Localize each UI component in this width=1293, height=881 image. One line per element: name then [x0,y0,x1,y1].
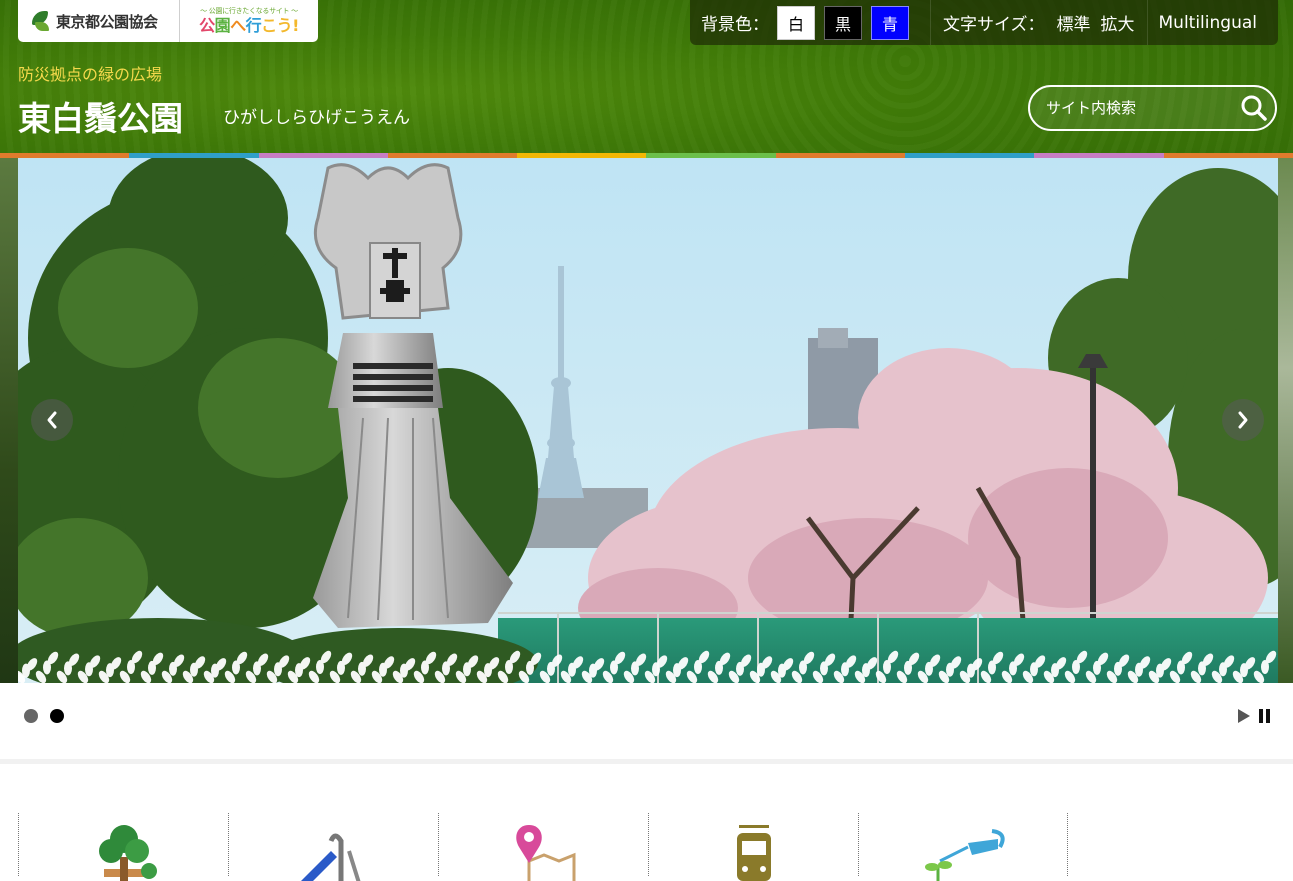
site-header: 東京都公園協会 〜 公園に行きたくなるサイト 〜 公園へ行こう! 背景色： 白 … [0,0,1293,153]
chevron-left-icon [47,411,57,429]
accessibility-toolbar: 背景色： 白 黒 青 文字サイズ： 標準 拡大 Multilingual [690,0,1278,45]
category-item-map[interactable] [438,813,648,881]
slider-controls [0,683,1293,759]
search-input[interactable] [1030,87,1240,129]
site-logo[interactable]: 東京都公園協会 〜 公園に行きたくなるサイト 〜 公園へ行こう! [18,0,318,42]
playground-slide-icon [300,833,360,881]
chevron-right-icon [1238,411,1248,429]
multilingual-link[interactable]: Multilingual [1148,13,1257,33]
park-photo-illustration [18,158,1278,683]
background-color-selector: 背景色： 白 黒 青 [690,0,931,45]
search-icon [1241,95,1267,121]
font-size-standard-button[interactable]: 標準 [1057,10,1091,35]
category-navigation [18,813,1070,881]
watering-can-icon [925,829,1005,881]
bg-white-button[interactable]: 白 [777,5,815,40]
portal-brand: 公園へ行こう! [199,16,299,35]
park-name-reading: ひがししらひげこうえん [223,108,410,128]
category-item-access[interactable] [648,813,858,881]
leaf-logo-icon [30,8,52,34]
slider-prev-button[interactable] [31,399,73,441]
map-pin-icon [515,825,575,881]
park-subtitle: 防災拠点の緑の広場 [18,65,163,84]
slide-indicator-1[interactable] [24,709,38,723]
hero-slider [0,158,1293,683]
font-size-label: 文字サイズ： [943,15,1045,35]
tree-icon [98,825,157,881]
hero-slide-photo [18,158,1278,683]
org-logo-text: 東京都公園協会 [56,12,158,31]
play-icon[interactable] [1236,707,1252,725]
slider-next-button[interactable] [1222,399,1264,441]
portal-tagline: 〜 公園に行きたくなるサイト 〜 [200,7,298,15]
section-divider [0,759,1293,764]
search-button[interactable] [1240,88,1268,128]
bg-color-label: 背景色： [701,15,769,35]
font-size-large-button[interactable]: 拡大 [1101,10,1135,35]
category-item-gardening[interactable] [858,813,1068,881]
category-item-nature[interactable] [18,813,228,881]
previous-slide-peek [0,158,18,683]
bg-blue-button[interactable]: 青 [871,5,909,40]
slide-indicator-2[interactable] [50,709,64,723]
train-icon [736,825,771,881]
site-search [1028,85,1277,131]
pause-icon[interactable] [1258,707,1272,725]
park-portal-logo[interactable]: 〜 公園に行きたくなるサイト 〜 公園へ行こう! [180,0,318,42]
font-size-selector: 文字サイズ： 標準 拡大 [931,0,1148,45]
category-item-playground[interactable] [228,813,438,881]
bg-black-button[interactable]: 黒 [824,5,862,40]
page-title: 東白鬚公園 [18,99,183,138]
org-logo[interactable]: 東京都公園協会 [18,0,180,42]
